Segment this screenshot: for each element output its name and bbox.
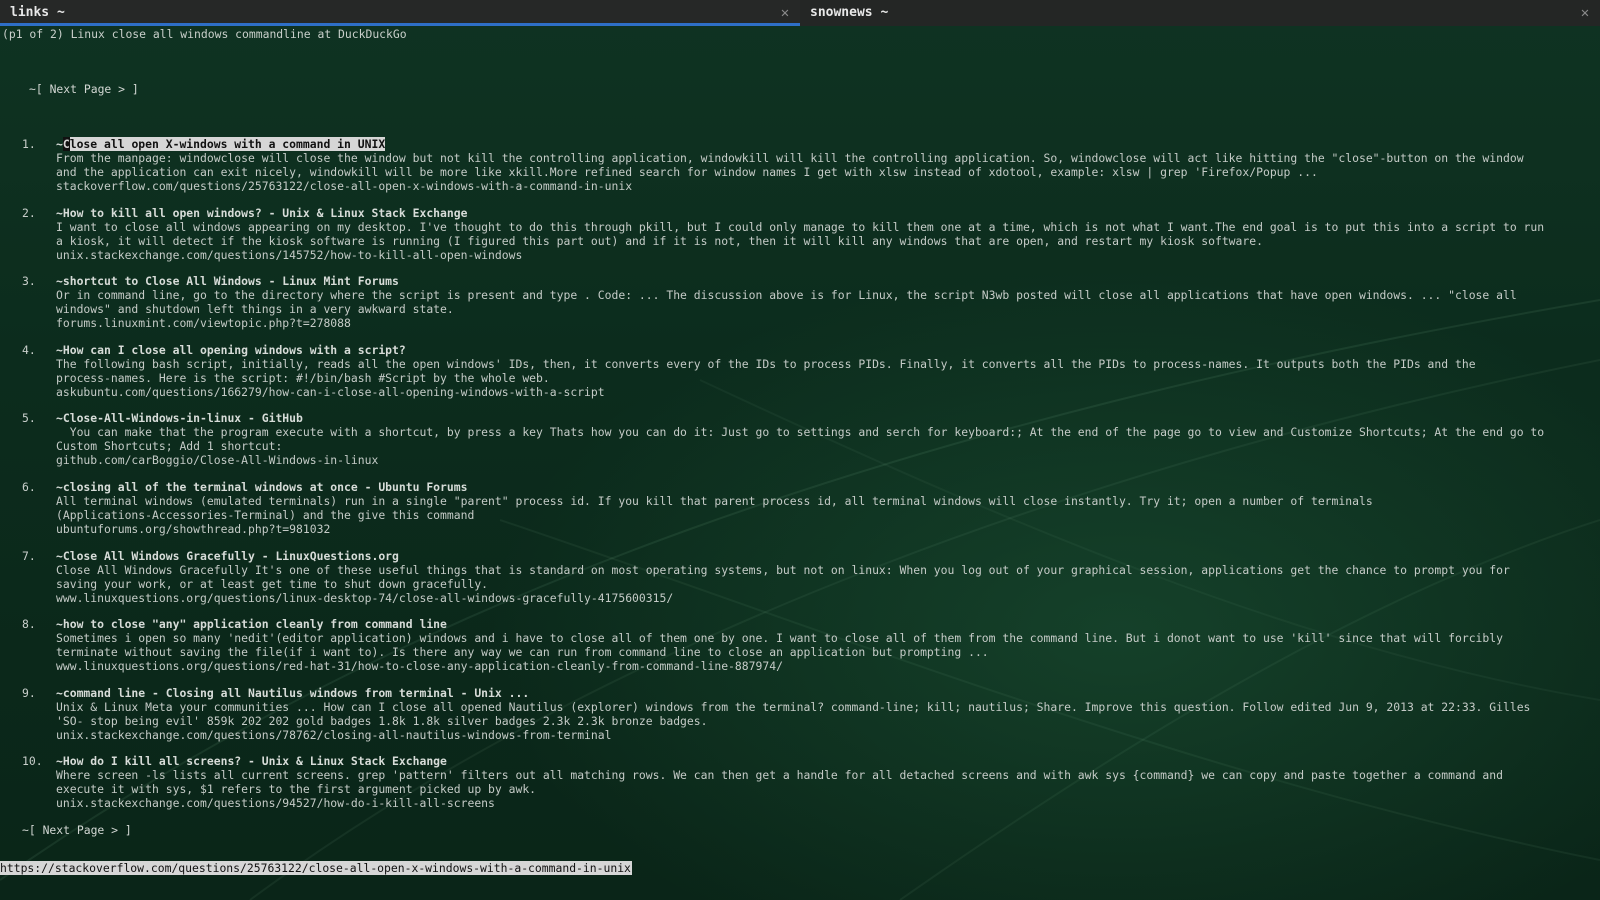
- result-snippet-line: Custom Shortcuts; Add 1 shortcut:: [56, 439, 283, 453]
- link-marker: ~: [56, 137, 63, 151]
- result-snippet-line: Unix & Linux Meta your communities ... H…: [56, 700, 1531, 714]
- result-title-link[interactable]: ~shortcut to Close All Windows - Linux M…: [56, 274, 399, 288]
- result-url: ubuntuforums.org/showthread.php?t=981032: [56, 522, 331, 536]
- result-snippet-line: From the manpage: windowclose will close…: [56, 151, 1524, 165]
- result-number: 3.: [22, 274, 36, 288]
- result-snippet-line: (Applications-Accessories-Terminal) and …: [56, 508, 475, 522]
- result-snippet-line: Sometimes i open so many 'nedit'(editor …: [56, 631, 1503, 645]
- result-url: forums.linuxmint.com/viewtopic.php?t=278…: [56, 316, 351, 330]
- result-url: askubuntu.com/questions/166279/how-can-i…: [56, 385, 605, 399]
- tab-links[interactable]: links ~ ✕: [0, 0, 800, 26]
- result-snippet-line: You can make that the program execute wi…: [56, 425, 1545, 439]
- next-page-link-bottom[interactable]: ~[ Next Page > ]: [22, 823, 132, 837]
- selected-link-highlight[interactable]: Close all open X-windows with a command …: [62, 137, 386, 151]
- result-title-link[interactable]: ~How to kill all open windows? - Unix & …: [56, 206, 467, 220]
- close-icon[interactable]: ✕: [1578, 0, 1592, 26]
- result-number: 7.: [22, 549, 36, 563]
- result-number: 1.: [22, 137, 36, 151]
- result-title-link[interactable]: ~Close All Windows Gracefully - LinuxQue…: [56, 549, 399, 563]
- result-url: github.com/carBoggio/Close-All-Windows-i…: [56, 453, 379, 467]
- page-header: (p1 of 2) Linux close all windows comman…: [2, 27, 407, 41]
- result-title-link[interactable]: ~How can I close all opening windows wit…: [56, 343, 406, 357]
- status-bar-url: https://stackoverflow.com/questions/2576…: [0, 861, 632, 875]
- result-url: unix.stackexchange.com/questions/78762/c…: [56, 728, 612, 742]
- result-url: stackoverflow.com/questions/25763122/clo…: [56, 179, 633, 193]
- result-snippet-line: saving your work, or at least get time t…: [56, 577, 489, 591]
- text-cursor: C: [62, 137, 70, 151]
- tab-bar: links ~ ✕ snownews ~ ✕: [0, 0, 1600, 26]
- result-snippet-line: windows" and shutdown left things in a v…: [56, 302, 454, 316]
- result-snippet-line: a kiosk, it will detect if the kiosk sof…: [56, 234, 1263, 248]
- close-icon[interactable]: ✕: [778, 0, 792, 26]
- result-snippet-line: All terminal windows (emulated terminals…: [56, 494, 1373, 508]
- result-title-link[interactable]: ~closing all of the terminal windows at …: [56, 480, 467, 494]
- result-snippet-line: execute it with sys, $1 refers to the fi…: [56, 782, 537, 796]
- result-title-link[interactable]: ~Close-All-Windows-in-linux - GitHub: [56, 411, 303, 425]
- result-snippet-line: Close All Windows Gracefully It's one of…: [56, 563, 1510, 577]
- result-number: 4.: [22, 343, 36, 357]
- result-number: 6.: [22, 480, 36, 494]
- result-title-link[interactable]: ~How do I kill all screens? - Unix & Lin…: [56, 754, 447, 768]
- result-url: www.linuxquestions.org/questions/linux-d…: [56, 591, 674, 605]
- next-page-link-top[interactable]: ~[ Next Page > ]: [29, 82, 139, 96]
- result-number: 5.: [22, 411, 36, 425]
- result-snippet-line: process-names. Here is the script: #!/bi…: [56, 371, 550, 385]
- result-url: www.linuxquestions.org/questions/red-hat…: [56, 659, 783, 673]
- result-snippet-line: 'SO- stop being evil' 859k 202 202 gold …: [56, 714, 708, 728]
- result-url: unix.stackexchange.com/questions/94527/h…: [56, 796, 495, 810]
- result-number: 2.: [22, 206, 36, 220]
- result-title-link[interactable]: ~how to close "any" application cleanly …: [56, 617, 447, 631]
- result-snippet-line: and the application can exit nicely, win…: [56, 165, 1318, 179]
- tab-label: links ~: [10, 5, 65, 20]
- result-snippet-line: terminate without saving the file(if i w…: [56, 645, 989, 659]
- result-snippet-line: Or in command line, go to the directory …: [56, 288, 1517, 302]
- terminal-content: (p1 of 2) Linux close all windows comman…: [0, 26, 1600, 900]
- result-title-link[interactable]: ~command line - Closing all Nautilus win…: [56, 686, 529, 700]
- result-url: unix.stackexchange.com/questions/145752/…: [56, 248, 523, 262]
- result-snippet-line: The following bash script, initially, re…: [56, 357, 1476, 371]
- terminal-window: links ~ ✕ snownews ~ ✕ (p1 of 2) Linux c…: [0, 0, 1600, 900]
- tab-label: snownews ~: [810, 5, 889, 20]
- selected-link-text: lose all open X-windows with a command i…: [69, 137, 386, 151]
- result-snippet-line: I want to close all windows appearing on…: [56, 220, 1545, 234]
- tab-snownews[interactable]: snownews ~ ✕: [800, 0, 1600, 26]
- result-number: 10.: [22, 754, 43, 768]
- result-title-link[interactable]: ~Close all open X-windows with a command…: [56, 137, 386, 151]
- result-snippet-line: Where screen -ls lists all current scree…: [56, 768, 1503, 782]
- result-number: 8.: [22, 617, 36, 631]
- result-number: 9.: [22, 686, 36, 700]
